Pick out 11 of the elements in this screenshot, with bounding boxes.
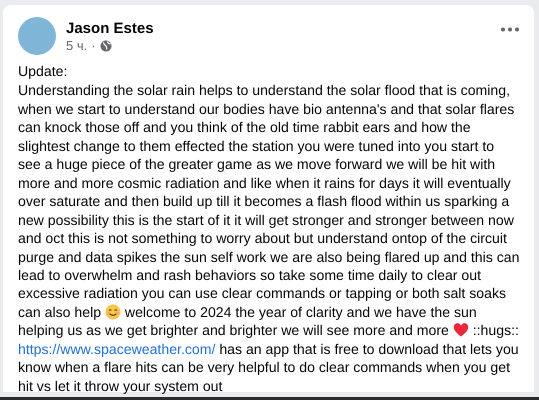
globe-icon [100, 40, 112, 52]
link[interactable]: https://www.spaceweather.com/ [18, 340, 216, 357]
heart-icon [452, 322, 469, 338]
post-text: https://www.spaceweather.com/ has an app that is free to download that lets you know when a flare hits can be very helpful to do clear commands when you get hit vs let it throw your system out [18, 340, 520, 396]
smiley-icon [104, 304, 121, 320]
author-name[interactable]: Jason Estes [66, 19, 490, 38]
post-time[interactable]: 5 ч. [66, 38, 88, 53]
separator: · [91, 38, 96, 53]
post-title: Update: [18, 62, 68, 80]
more-options-icon[interactable] [500, 27, 520, 32]
post-text: Understanding the solar rain helps to understand the solar flood that is coming, when we start to understand our bodies have bio antenna's and that solar flares can knock those off and you think of the old time rabbit ears and how the slightest change to them effected the station you were tuned into you start to see a huge piece of the greater game as we move forward we will be hit with more and more cosmic radiation and like when it rains for days it will eventually over saturate and then build up till it becomes a flash flood within us sparking a new possibility this is the start of it it will get stronger and stronger between now and oct this is not something to worry about but understand ontop of the circuit purge and data spikes the sun self work we are also being flared up and this can lead to overwhelm and rash behaviors so take some time daily to clear out excessive radiation you can use clear commands or tapping or both salt soaks can also help welcome to 2024 the year of clarity and we have the sun helping us as we get brighter and brighter we will see more and more ::hugs:: [18, 81, 520, 340]
